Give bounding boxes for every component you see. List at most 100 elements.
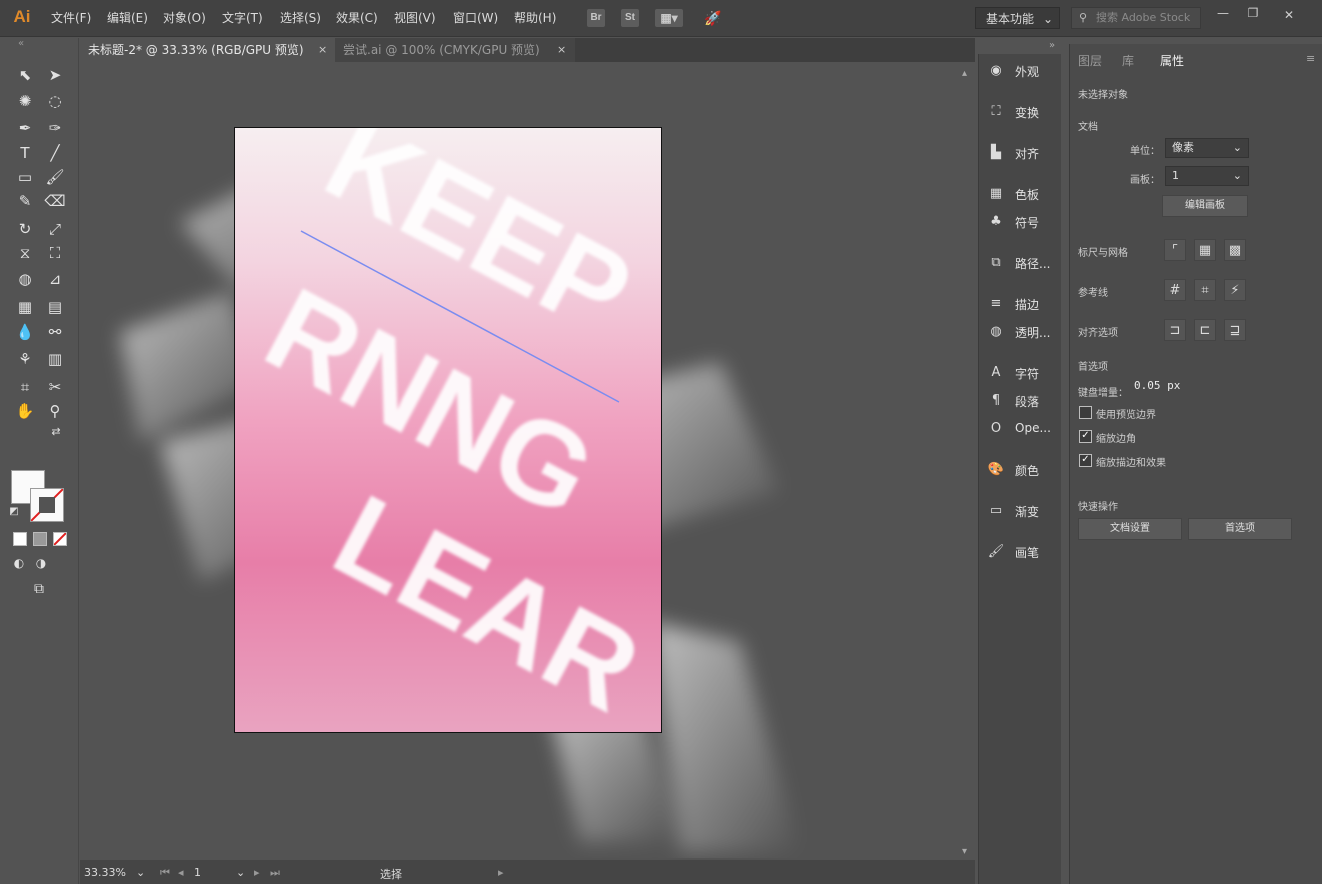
preferences-button[interactable]: 首选项 xyxy=(1188,518,1292,540)
snap-to-glyph-icon[interactable]: ⊒ xyxy=(1224,319,1246,341)
unit-select[interactable]: 像素 ⌄ xyxy=(1165,138,1249,158)
gradient-tool-icon[interactable]: ▤ xyxy=(42,294,68,320)
panel-stroke[interactable]: ≡ 描边 xyxy=(979,292,1061,316)
stock-icon[interactable]: St xyxy=(621,9,639,27)
close-icon[interactable]: × xyxy=(557,38,566,62)
lasso-tool-icon[interactable]: ◌ xyxy=(42,88,68,114)
rulers-icon[interactable]: ⌜ xyxy=(1164,239,1186,261)
artboard-select[interactable]: 1 ⌄ xyxy=(1165,166,1249,186)
color-mode-swatch[interactable] xyxy=(13,532,27,546)
workspace-switcher[interactable]: 基本功能 ⌄ xyxy=(975,7,1060,29)
last-artboard-icon[interactable]: ⏭ xyxy=(270,866,280,880)
status-menu-icon[interactable]: ▸ xyxy=(498,866,504,879)
chevron-down-icon[interactable]: ⌄ xyxy=(236,866,245,879)
symbol-sprayer-tool-icon[interactable]: ⚘ xyxy=(12,346,38,372)
tab-layers[interactable]: 图层 xyxy=(1078,52,1102,69)
tab-properties[interactable]: 属性 xyxy=(1160,52,1184,69)
width-tool-icon[interactable]: ⧖ xyxy=(12,240,38,266)
menu-type[interactable]: 文字(T) xyxy=(222,9,263,26)
chevron-down-icon[interactable]: ⌄ xyxy=(136,866,145,879)
menu-edit[interactable]: 编辑(E) xyxy=(107,9,148,26)
panel-transparency[interactable]: ◍ 透明... xyxy=(979,320,1061,344)
eyedropper-tool-icon[interactable]: 💧 xyxy=(12,319,38,345)
column-graph-tool-icon[interactable]: ▥ xyxy=(42,346,68,372)
prev-artboard-icon[interactable]: ◂ xyxy=(178,866,184,879)
bridge-icon[interactable]: Br xyxy=(587,9,605,27)
default-colors-icon[interactable]: ◩ xyxy=(6,504,22,520)
collapse-icon[interactable]: « xyxy=(8,38,34,50)
curvature-tool-icon[interactable]: ✑ xyxy=(42,115,68,141)
stroke-swatch[interactable] xyxy=(30,488,64,522)
zoom-tool-icon[interactable]: ⚲ xyxy=(42,398,68,424)
first-artboard-icon[interactable]: ⏮ xyxy=(160,866,170,880)
panel-symbols[interactable]: ♣ 符号 xyxy=(979,210,1061,234)
rotate-tool-icon[interactable]: ↻ xyxy=(12,216,38,242)
slice-tool-icon[interactable]: ✂ xyxy=(42,374,68,400)
magic-wand-tool-icon[interactable]: ✺ xyxy=(12,88,38,114)
free-transform-tool-icon[interactable]: ⛶ xyxy=(42,240,68,266)
edit-artboards-button[interactable]: 编辑画板 xyxy=(1162,195,1248,217)
panel-pathfinder[interactable]: ⧉ 路径... xyxy=(979,251,1061,275)
perspective-grid-tool-icon[interactable]: ⊿ xyxy=(42,266,68,292)
panel-appearance[interactable]: ◉ 外观 xyxy=(979,59,1061,83)
artboard-tool-icon[interactable]: ⌗ xyxy=(12,374,38,400)
panel-swatches[interactable]: ▦ 色板 xyxy=(979,182,1061,206)
panel-gradient[interactable]: ▭ 渐变 xyxy=(979,499,1061,523)
mesh-tool-icon[interactable]: ▦ xyxy=(12,294,38,320)
lock-guides-icon[interactable]: ⌗ xyxy=(1194,279,1216,301)
selection-tool-icon[interactable]: ⬉ xyxy=(12,62,38,88)
keyboard-increment-input[interactable]: 0.05 px xyxy=(1134,379,1180,392)
menu-effect[interactable]: 效果(C) xyxy=(336,9,378,26)
swap-fill-stroke-icon[interactable]: ⇄ xyxy=(48,424,64,440)
document-setup-button[interactable]: 文档设置 xyxy=(1078,518,1182,540)
collapse-icon[interactable]: » xyxy=(1049,40,1055,51)
maximize-button[interactable]: ❐ xyxy=(1240,4,1266,22)
screen-mode-icon[interactable]: ⧉ xyxy=(26,576,52,602)
minimize-button[interactable]: — xyxy=(1210,4,1236,22)
menu-help[interactable]: 帮助(H) xyxy=(514,9,556,26)
snap-to-point-icon[interactable]: ⊐ xyxy=(1164,319,1186,341)
tab-libraries[interactable]: 库 xyxy=(1122,52,1134,69)
shape-builder-tool-icon[interactable]: ◍ xyxy=(12,266,38,292)
shaper-tool-icon[interactable]: ✎ xyxy=(12,188,38,214)
scale-corners-checkbox[interactable]: ✓ xyxy=(1079,430,1092,443)
scale-tool-icon[interactable]: ⤢ xyxy=(42,216,68,242)
direct-selection-tool-icon[interactable]: ➤ xyxy=(42,62,68,88)
use-preview-bounds-checkbox[interactable] xyxy=(1079,406,1092,419)
scroll-down-icon[interactable]: ▾ xyxy=(962,846,967,857)
paintbrush-tool-icon[interactable]: 🖌 xyxy=(42,164,68,190)
none-mode-swatch[interactable] xyxy=(53,532,67,546)
zoom-level[interactable]: 33.33% xyxy=(84,866,126,879)
type-tool-icon[interactable]: T xyxy=(12,140,38,166)
artboard[interactable]: KEEP RNNG LEAR xyxy=(234,127,662,733)
gradient-mode-swatch[interactable] xyxy=(33,532,47,546)
arrange-documents-icon[interactable]: ▦▾ xyxy=(655,9,683,27)
menu-view[interactable]: 视图(V) xyxy=(394,9,436,26)
pen-tool-icon[interactable]: ✒ xyxy=(12,115,38,141)
stock-search-input[interactable]: ⚲ 搜索 Adobe Stock xyxy=(1071,7,1201,29)
close-window-button[interactable]: ✕ xyxy=(1276,6,1302,24)
scale-strokes-checkbox[interactable]: ✓ xyxy=(1079,454,1092,467)
grid-icon[interactable]: ▦ xyxy=(1194,239,1216,261)
tab-try-ai[interactable]: 尝试.ai @ 100% (CMYK/GPU 预览) × xyxy=(335,38,575,62)
panel-menu-icon[interactable]: ≡ xyxy=(1306,52,1315,65)
rectangle-tool-icon[interactable]: ▭ xyxy=(12,164,38,190)
panel-align[interactable]: ▙ 对齐 xyxy=(979,141,1061,165)
panel-color[interactable]: 🎨 颜色 xyxy=(979,458,1061,482)
show-guides-icon[interactable]: # xyxy=(1164,279,1186,301)
blend-tool-icon[interactable]: ⚯ xyxy=(42,319,68,345)
close-icon[interactable]: × xyxy=(318,38,327,62)
panel-opentype[interactable]: O Ope... xyxy=(979,417,1061,441)
artboard-number[interactable]: 1 xyxy=(194,866,201,879)
line-tool-icon[interactable]: ╱ xyxy=(42,140,68,166)
gpu-performance-icon[interactable]: 🚀 xyxy=(704,9,722,27)
panel-paragraph[interactable]: ¶ 段落 xyxy=(979,389,1061,413)
draw-behind-icon[interactable]: ◑ xyxy=(28,550,54,576)
menu-window[interactable]: 窗口(W) xyxy=(453,9,498,26)
panel-character[interactable]: A 字符 xyxy=(979,361,1061,385)
menu-object[interactable]: 对象(O) xyxy=(163,9,206,26)
transparency-grid-icon[interactable]: ▩ xyxy=(1224,239,1246,261)
smart-guides-icon[interactable]: ⚡ xyxy=(1224,279,1246,301)
snap-to-pixel-icon[interactable]: ⊏ xyxy=(1194,319,1216,341)
eraser-tool-icon[interactable]: ⌫ xyxy=(42,188,68,214)
